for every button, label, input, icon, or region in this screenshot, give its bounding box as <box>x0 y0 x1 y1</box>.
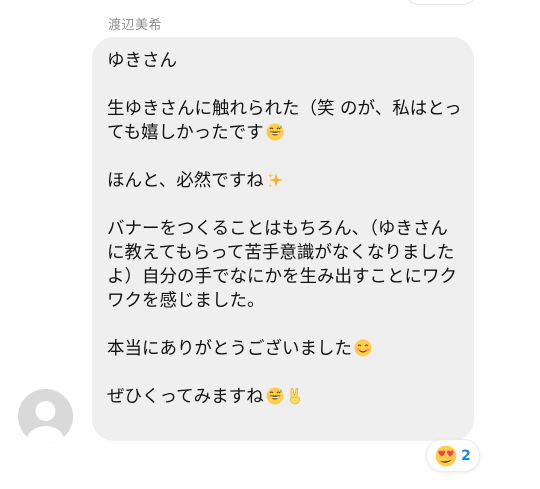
reaction-pill[interactable]: 2 <box>426 439 480 472</box>
victory-hand-emoji <box>289 388 300 405</box>
sender-name: 渡辺美希 <box>108 18 163 33</box>
message-text: バナーをつくることはもちろん、（ゆきさんに教えてもらって苦手意識がなくなりました… <box>107 219 457 311</box>
message-bubble[interactable]: ゆきさん 生ゆきさんに触れられた（笑 のが、私はとっても嬉しかったです ほんと、… <box>92 37 474 441</box>
grinning-sweat-emoji <box>266 387 284 405</box>
message-text: 本当にありがとうございました <box>107 339 352 359</box>
sparkles-emoji <box>267 172 283 188</box>
message-paragraph: バナーをつくることはもちろん、（ゆきさんに教えてもらって苦手意識がなくなりました… <box>107 217 464 313</box>
message-paragraph: 本当にありがとうございました <box>107 337 464 361</box>
chat-thread: 渡辺美希 ゆきさん 生ゆきさんに触れられた（笑 のが、私はとっても嬉しかったです… <box>0 0 540 489</box>
heart-eyes-emoji <box>435 445 457 466</box>
message-paragraph: 生ゆきさんに触れられた（笑 のが、私はとっても嬉しかったです <box>107 97 464 145</box>
previous-message-bubble <box>405 0 477 5</box>
message-text: ぜひくってみますね <box>107 387 264 407</box>
message-text: ほんと、必然ですね <box>107 171 264 191</box>
default-avatar-icon[interactable] <box>18 389 73 444</box>
message-paragraph: ゆきさん <box>107 49 464 73</box>
message-text: 生ゆきさんに触れられた（笑 のが、私はとっても嬉しかったです <box>107 99 462 143</box>
smiling-blush-emoji <box>354 339 372 357</box>
grinning-sweat-emoji <box>266 123 284 141</box>
message-text: ゆきさん <box>107 51 177 71</box>
reaction-count: 2 <box>461 447 471 464</box>
message-paragraph: ぜひくってみますね <box>107 385 464 409</box>
message-paragraph: ほんと、必然ですね <box>107 169 464 193</box>
